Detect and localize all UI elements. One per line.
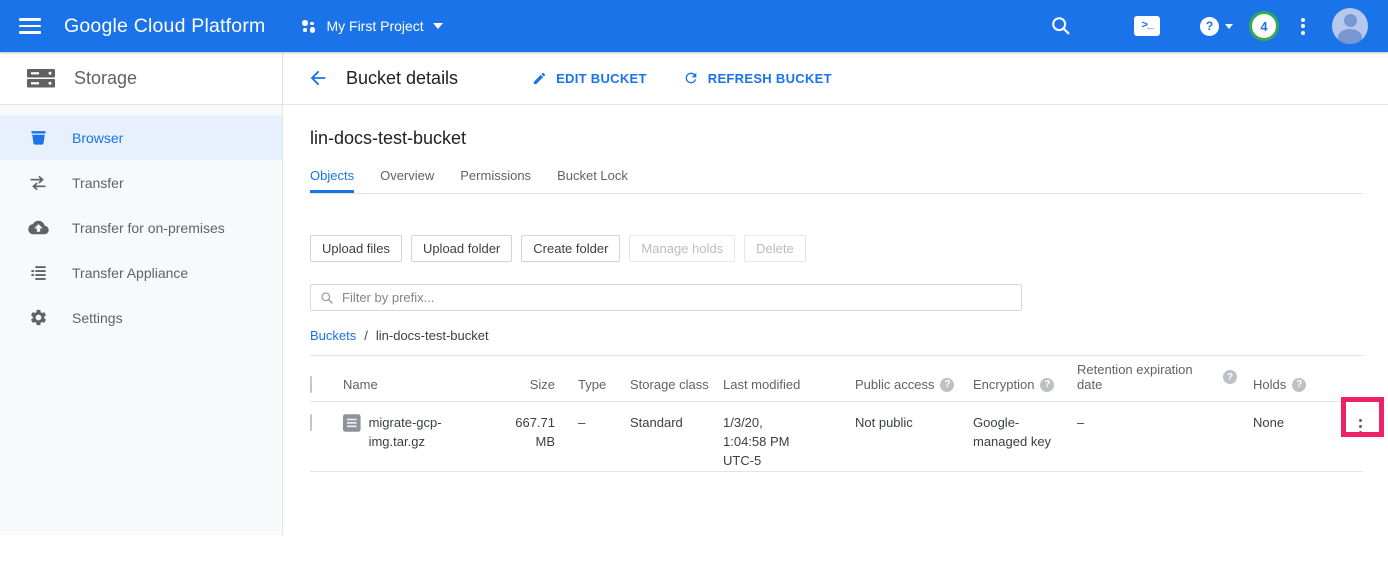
select-all-checkbox[interactable]	[310, 376, 312, 393]
project-name: My First Project	[326, 18, 423, 34]
tab-objects[interactable]: Objects	[310, 162, 354, 193]
column-header-storage-class: Storage class	[630, 377, 710, 392]
column-header-holds: Holds	[1253, 377, 1286, 392]
filter-prefix-field[interactable]	[310, 284, 1022, 311]
file-icon	[343, 414, 361, 432]
sidebar-item-settings[interactable]: Settings	[0, 295, 282, 340]
pencil-icon	[532, 71, 547, 86]
cell-last-modified: 1/3/20, 1:04:58 PM UTC-5	[723, 414, 803, 471]
column-header-encryption: Encryption	[973, 377, 1034, 392]
search-icon[interactable]	[1050, 15, 1072, 37]
column-header-retention-expiration-date: Retention expiration date	[1077, 362, 1217, 392]
row-overflow-menu-icon[interactable]	[1359, 416, 1363, 437]
appliance-list-icon	[26, 263, 50, 282]
help-menu[interactable]: ?	[1200, 17, 1233, 36]
help-icon[interactable]: ?	[940, 378, 954, 392]
chevron-down-icon	[1225, 24, 1233, 29]
sidebar-item-label: Transfer for on-premises	[72, 220, 225, 236]
upload-files-button[interactable]: Upload files	[310, 235, 402, 262]
create-folder-button[interactable]: Create folder	[521, 235, 620, 262]
breadcrumb-buckets-link[interactable]: Buckets	[310, 328, 356, 343]
sidebar-item-browser[interactable]: Browser	[0, 115, 282, 160]
sidebar-item-label: Settings	[72, 310, 123, 326]
cell-holds: None	[1253, 414, 1325, 433]
cloud-upload-icon	[26, 219, 50, 236]
overflow-menu-icon[interactable]	[1301, 15, 1305, 37]
sidebar-item-transfer[interactable]: Transfer	[0, 160, 282, 205]
bucket-icon	[26, 128, 50, 147]
cell-encryption: Google-managed key	[973, 414, 1065, 452]
breadcrumb-current: lin-docs-test-bucket	[376, 328, 489, 343]
row-checkbox[interactable]	[310, 414, 312, 431]
top-navigation-bar: Google Cloud Platform My First Project >…	[0, 0, 1388, 52]
cell-retention-expiration-date: –	[1077, 414, 1237, 433]
cell-type: –	[578, 414, 618, 433]
column-header-last-modified: Last modified	[723, 377, 803, 392]
column-header-public-access: Public access	[855, 377, 934, 392]
breadcrumb: Buckets / lin-docs-test-bucket	[310, 328, 1363, 343]
gcp-logo[interactable]: Google Cloud Platform	[64, 15, 265, 38]
refresh-icon	[683, 70, 699, 86]
page-title: Bucket details	[346, 68, 458, 89]
swap-arrows-icon	[26, 173, 50, 193]
object-name-link[interactable]: migrate-gcp-img.tar.gz	[369, 414, 495, 452]
column-header-size: Size	[505, 377, 555, 392]
upload-folder-button[interactable]: Upload folder	[411, 235, 512, 262]
delete-button: Delete	[744, 235, 806, 262]
sidebar: Browser Transfer Transfer for on-premise…	[0, 105, 283, 535]
bucket-name-heading: lin-docs-test-bucket	[310, 128, 1363, 149]
cell-storage-class: Standard	[630, 414, 710, 433]
project-icon	[302, 19, 316, 33]
tab-overview[interactable]: Overview	[380, 162, 434, 193]
help-icon[interactable]: ?	[1292, 378, 1306, 392]
sidebar-item-label: Transfer	[72, 175, 124, 191]
sidebar-item-label: Transfer Appliance	[72, 265, 188, 281]
notification-badge[interactable]: 4	[1249, 11, 1279, 41]
sidebar-item-transfer-appliance[interactable]: Transfer Appliance	[0, 250, 282, 295]
filter-prefix-input[interactable]	[342, 290, 1012, 305]
breadcrumb-separator: /	[364, 328, 368, 343]
sidebar-item-label: Browser	[72, 130, 123, 146]
help-icon[interactable]: ?	[1040, 378, 1054, 392]
product-header: Storage	[0, 52, 283, 104]
chevron-down-icon	[433, 23, 443, 29]
help-icon: ?	[1200, 17, 1219, 36]
refresh-bucket-button[interactable]: REFRESH BUCKET	[683, 70, 832, 86]
cloud-shell-icon[interactable]: >_	[1134, 16, 1160, 36]
cell-public-access: Not public	[855, 414, 955, 433]
back-button[interactable]	[307, 67, 329, 89]
search-icon	[320, 291, 334, 305]
project-selector[interactable]: My First Project	[302, 18, 442, 34]
product-name: Storage	[74, 68, 137, 89]
column-header-name: Name	[343, 377, 495, 392]
column-header-type: Type	[578, 377, 618, 392]
object-actions-toolbar: Upload files Upload folder Create folder…	[310, 235, 1363, 262]
help-icon[interactable]: ?	[1223, 370, 1237, 384]
tab-bucket-lock[interactable]: Bucket Lock	[557, 162, 628, 193]
manage-holds-button: Manage holds	[629, 235, 735, 262]
table-row: migrate-gcp-img.tar.gz 667.71 MB – Stand…	[310, 402, 1363, 472]
edit-bucket-button[interactable]: EDIT BUCKET	[532, 71, 647, 86]
avatar[interactable]	[1332, 8, 1368, 44]
sidebar-item-transfer-on-premises[interactable]: Transfer for on-premises	[0, 205, 282, 250]
main-content: lin-docs-test-bucket Objects Overview Pe…	[284, 105, 1388, 579]
hamburger-menu-icon[interactable]	[19, 10, 41, 42]
storage-product-icon	[26, 66, 56, 90]
gear-icon	[26, 308, 50, 327]
app-header-bar: Storage Bucket details EDIT BUCKET REFRE…	[0, 52, 1388, 105]
tab-bar: Objects Overview Permissions Bucket Lock	[310, 162, 1363, 194]
cell-size: 667.71 MB	[505, 414, 555, 452]
objects-table: Name Size Type Storage class Last modifi…	[310, 355, 1363, 472]
table-header-row: Name Size Type Storage class Last modifi…	[310, 355, 1363, 402]
tab-permissions[interactable]: Permissions	[460, 162, 531, 193]
